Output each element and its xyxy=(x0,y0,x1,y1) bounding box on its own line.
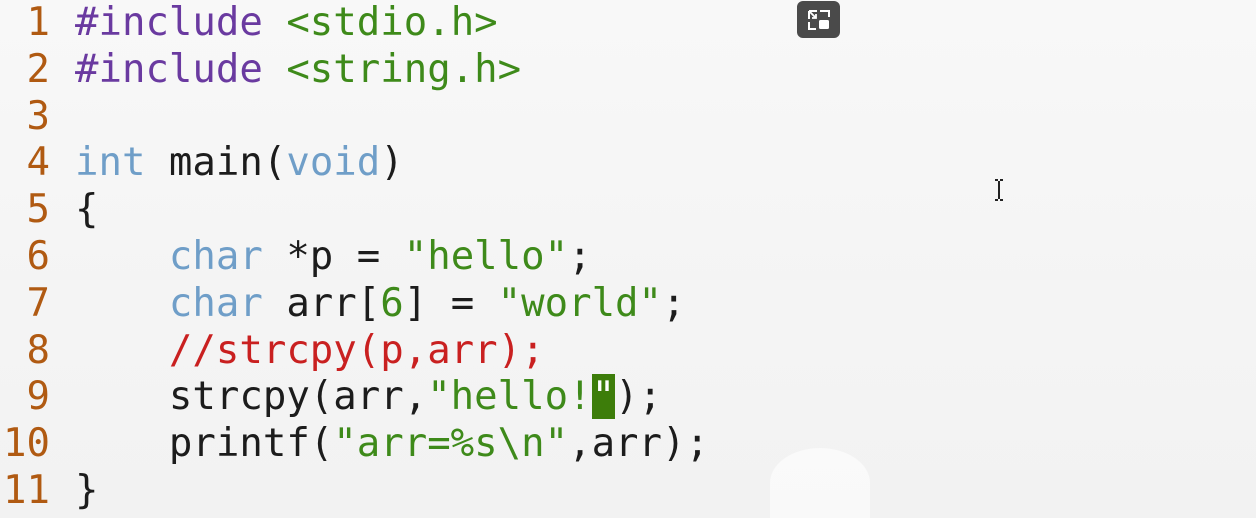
text-cursor: " xyxy=(591,374,616,420)
code-token: *p = xyxy=(262,233,404,279)
code-line[interactable]: 3 xyxy=(0,94,709,141)
line-source[interactable]: int main(void) xyxy=(75,140,404,187)
line-source[interactable]: char arr[6] = "world"; xyxy=(75,281,686,328)
code-token: ; xyxy=(568,233,592,279)
line-number: 1 xyxy=(26,0,50,45)
code-token: strcpy(arr, xyxy=(75,374,428,420)
text-cursor-icon xyxy=(995,179,1003,201)
code-token: main( xyxy=(145,140,287,186)
line-number: 2 xyxy=(26,46,50,92)
code-token: void xyxy=(286,140,381,186)
line-number: 11 xyxy=(3,467,50,513)
code-line[interactable]: 8 //strcpy(p,arr); xyxy=(0,328,709,375)
code-token: #include xyxy=(75,0,287,45)
code-line[interactable]: 6 char *p = "hello"; xyxy=(0,234,709,281)
code-editor[interactable]: 1 #include <stdio.h> 2 #include <string.h> 3… xyxy=(0,0,1256,518)
watermark xyxy=(770,448,870,518)
line-number: 6 xyxy=(26,233,50,279)
code-line[interactable]: 10 printf("arr=%s\n",arr); xyxy=(0,421,709,468)
line-source[interactable]: #include <string.h> xyxy=(75,47,521,94)
code-line[interactable]: 9 strcpy(arr,"hello!"); xyxy=(0,374,709,421)
line-number: 3 xyxy=(26,93,50,139)
code-line[interactable]: 11} xyxy=(0,468,709,515)
line-source[interactable]: } xyxy=(75,468,98,515)
code-token: "hello" xyxy=(403,233,569,279)
code-token: "arr=%s\n" xyxy=(333,421,569,467)
line-number: 10 xyxy=(3,421,50,467)
code-token: char xyxy=(168,280,263,326)
code-token: "hello! xyxy=(427,374,592,420)
code-token: ); xyxy=(615,374,663,420)
code-line[interactable]: 2 #include <string.h> xyxy=(0,47,709,94)
line-source[interactable]: printf("arr=%s\n",arr); xyxy=(75,421,709,468)
code-token: { xyxy=(75,187,99,233)
code-token: arr[ xyxy=(262,280,381,326)
line-number: 8 xyxy=(26,327,50,373)
code-token: } xyxy=(75,467,99,513)
code-token: ,arr); xyxy=(568,421,709,467)
code-token: #include xyxy=(75,46,287,92)
line-number: 5 xyxy=(26,187,50,233)
picture-in-picture-button[interactable] xyxy=(797,1,840,38)
line-number: 7 xyxy=(26,280,50,326)
code-token: ] = xyxy=(403,280,498,326)
code-line[interactable]: 1 #include <stdio.h> xyxy=(0,0,709,47)
code-token: printf( xyxy=(75,421,334,467)
code-token: ) xyxy=(380,140,404,186)
code-token: ; xyxy=(662,280,686,326)
code-token: <string.h> xyxy=(286,46,522,92)
line-source[interactable]: strcpy(arr,"hello!"); xyxy=(75,374,662,421)
code-line[interactable]: 4 int main(void) xyxy=(0,140,709,187)
code-token: int xyxy=(75,140,146,186)
line-number: 4 xyxy=(26,140,50,186)
code-token: <stdio.h> xyxy=(286,0,498,45)
code-token: 6 xyxy=(380,280,404,326)
line-number: 9 xyxy=(26,374,50,420)
line-source[interactable]: #include <stdio.h> xyxy=(75,0,498,47)
picture-in-picture-icon xyxy=(807,9,830,30)
code-area[interactable]: 1 #include <stdio.h> 2 #include <string.h> 3… xyxy=(0,0,709,515)
line-source[interactable]: //strcpy(p,arr); xyxy=(75,328,545,375)
code-token: char xyxy=(168,233,263,279)
code-token: //strcpy(p,arr); xyxy=(168,327,545,373)
line-source[interactable]: { xyxy=(75,187,98,234)
code-line[interactable]: 7 char arr[6] = "world"; xyxy=(0,281,709,328)
line-source[interactable]: char *p = "hello"; xyxy=(75,234,592,281)
code-line[interactable]: 5{ xyxy=(0,187,709,234)
code-token: "world" xyxy=(497,280,663,326)
